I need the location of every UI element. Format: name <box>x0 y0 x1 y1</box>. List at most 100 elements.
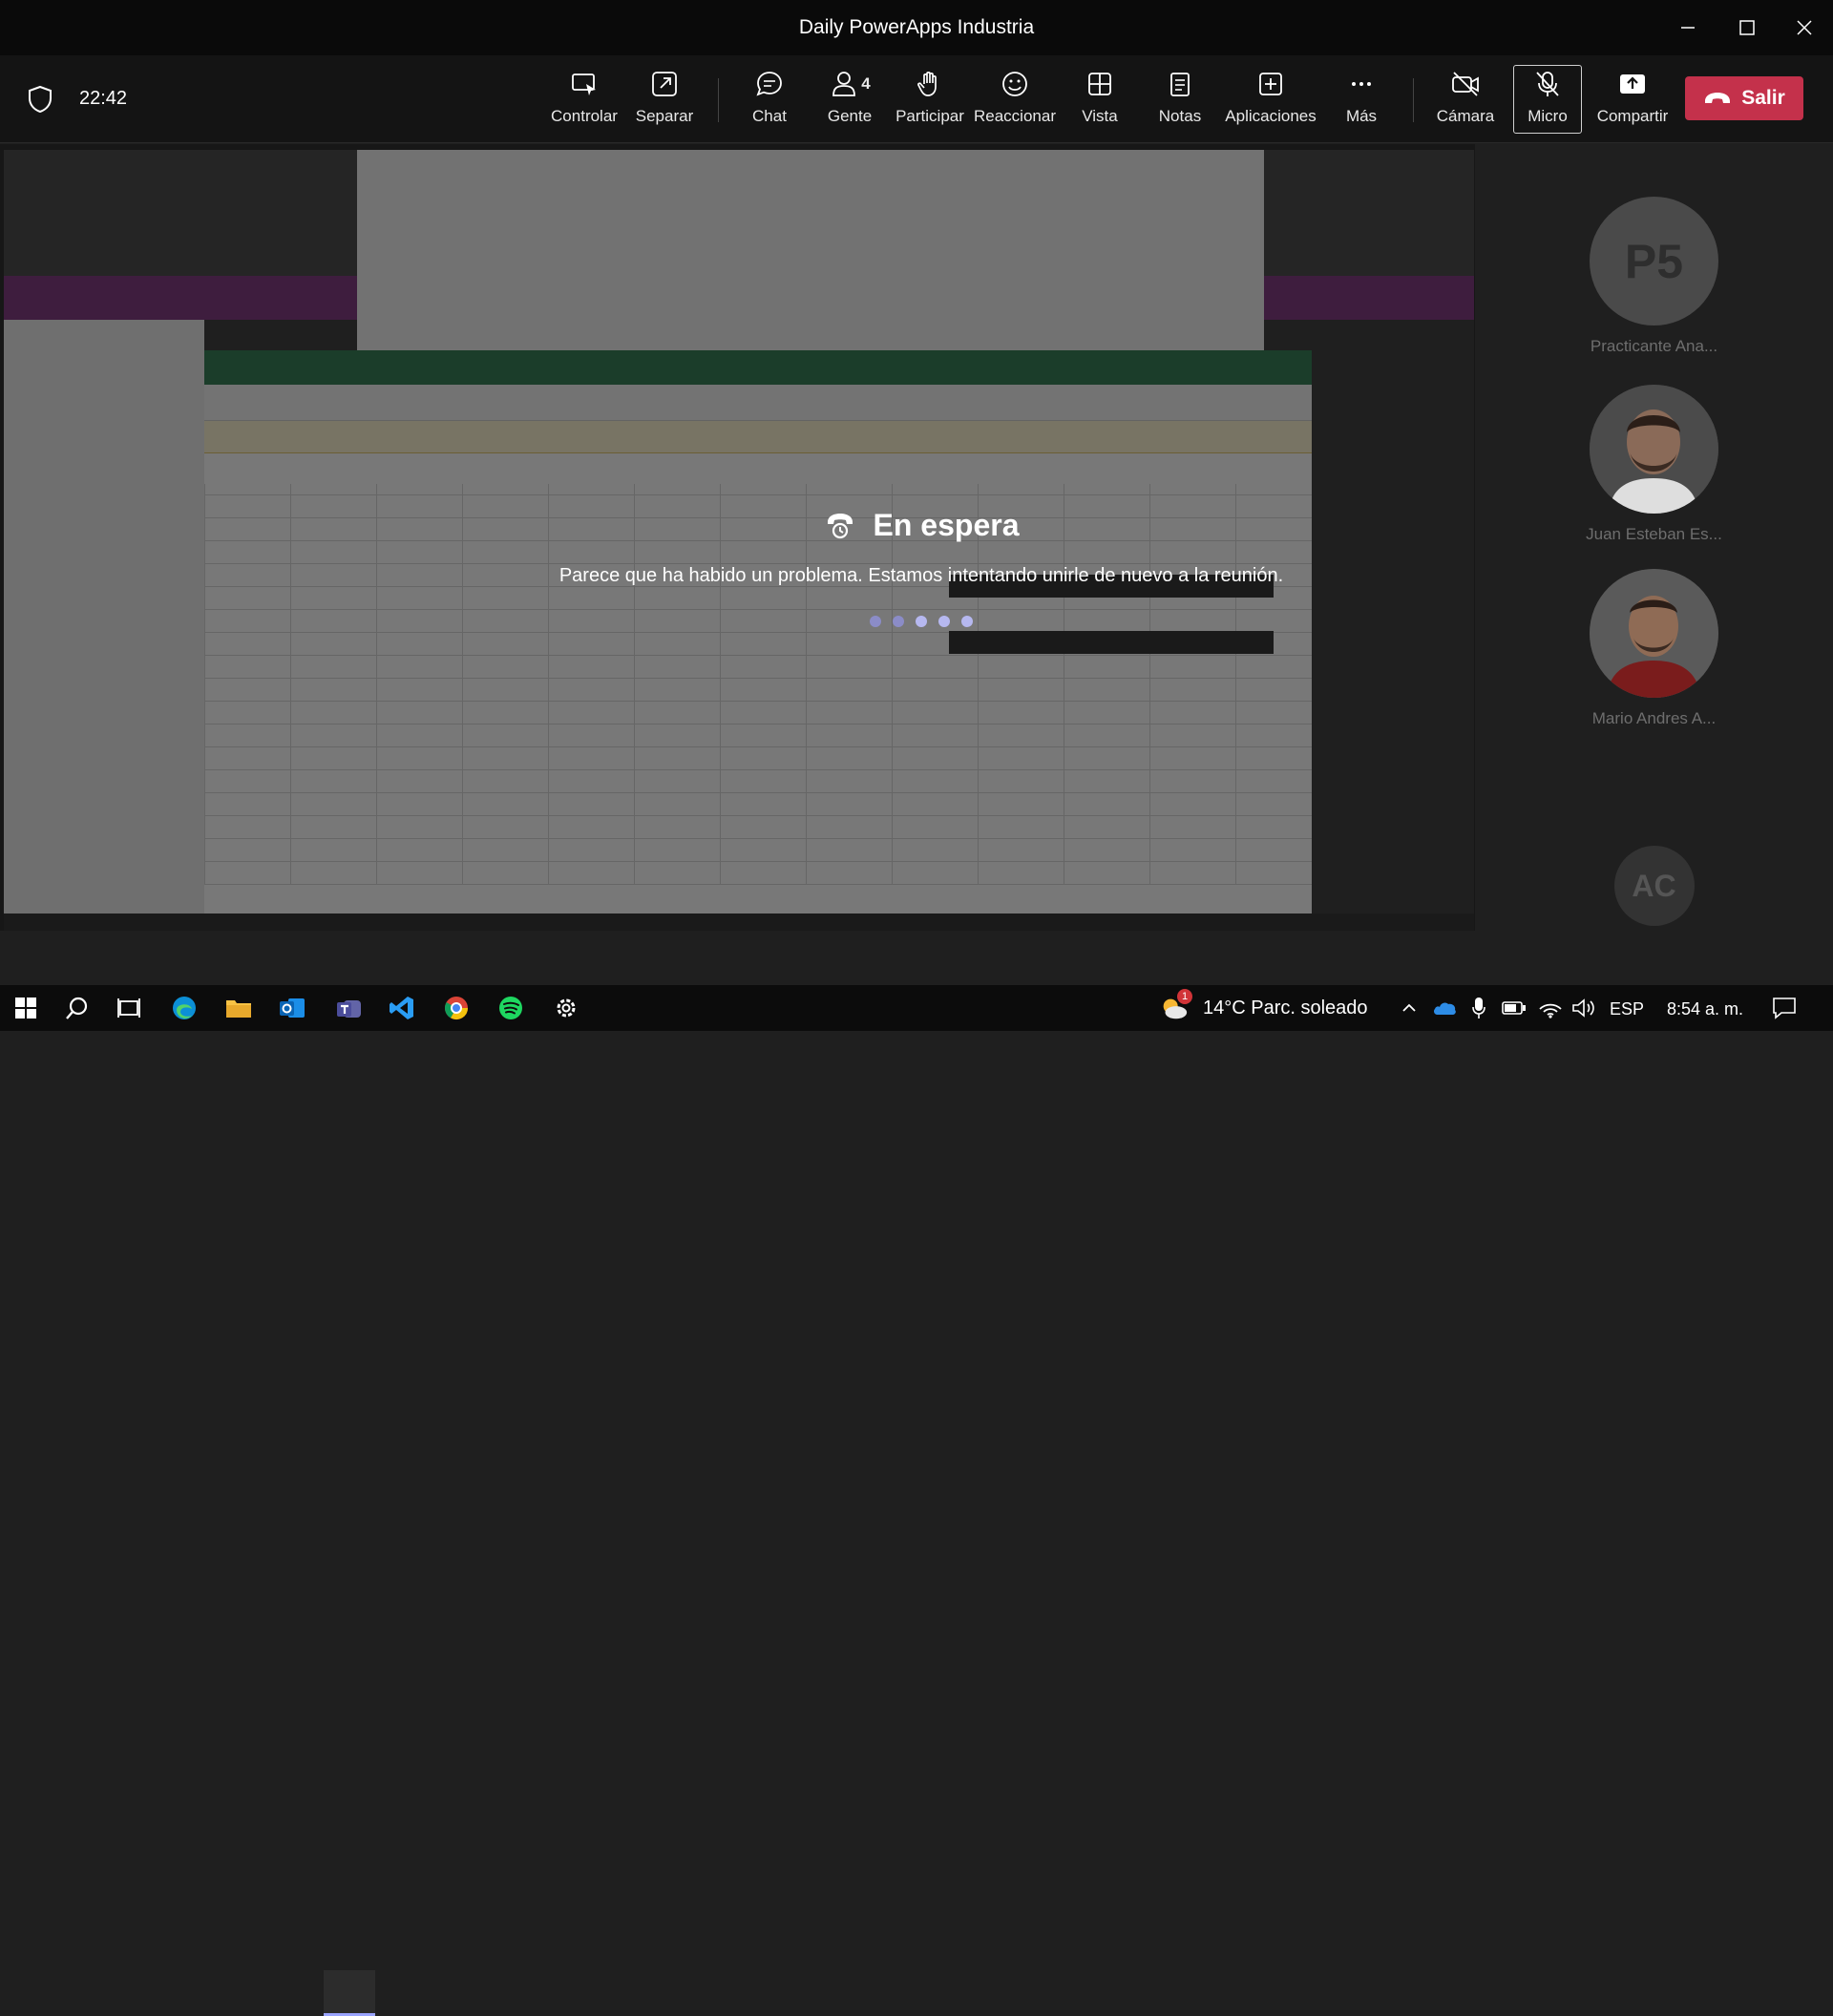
control-button[interactable]: Controlar <box>544 67 624 136</box>
raise-hand-button[interactable]: Participar <box>890 67 970 136</box>
people-icon: 4 <box>823 67 876 101</box>
react-button[interactable]: Reaccionar <box>974 67 1056 136</box>
battery-icon[interactable] <box>1499 993 1529 1023</box>
leave-button[interactable]: Salir <box>1685 76 1803 120</box>
popout-button[interactable]: Separar <box>624 67 705 136</box>
notifications-icon[interactable] <box>1769 993 1800 1023</box>
raise-hand-icon <box>913 67 947 101</box>
mic-button-focus-ring <box>1513 65 1582 134</box>
participant-tile[interactable]: AC <box>1475 846 1833 926</box>
wifi-icon[interactable] <box>1535 993 1566 1023</box>
shield-icon <box>25 84 55 115</box>
loading-dot <box>916 616 927 627</box>
spreadsheet-titlebar <box>204 350 1312 385</box>
maximize-icon[interactable] <box>1718 0 1776 55</box>
avatar-initials: AC <box>1632 868 1676 903</box>
microphone-icon[interactable] <box>1464 993 1494 1023</box>
search-icon[interactable] <box>62 993 93 1023</box>
participant-tile[interactable]: Mario Andres A... <box>1475 569 1833 728</box>
task-view-icon[interactable] <box>114 993 144 1023</box>
add-app-icon <box>1254 67 1288 101</box>
avatar-initials: P5 <box>1624 234 1684 288</box>
notes-button[interactable]: Notas <box>1140 67 1220 136</box>
apps-button[interactable]: Aplicaciones <box>1225 67 1317 136</box>
chat-label: Chat <box>752 107 787 125</box>
window-title: Daily PowerApps Industria <box>798 16 1035 38</box>
windows-start-icon[interactable] <box>11 993 41 1023</box>
avatar <box>1590 569 1718 698</box>
notes-icon <box>1163 67 1197 101</box>
more-button[interactable]: Más <box>1321 67 1401 136</box>
weather-text[interactable]: 14°C Parc. soleado <box>1203 998 1368 1019</box>
people-button[interactable]: 4 Gente <box>810 67 890 136</box>
participants-panel: P5 Practicante Ana... Juan Esteban Es... <box>1475 144 1833 931</box>
outlook-icon[interactable] <box>277 993 307 1023</box>
participant-tile[interactable]: Juan Esteban Es... <box>1475 385 1833 544</box>
camera-label: Cámara <box>1436 107 1495 125</box>
chevron-up-icon[interactable] <box>1394 993 1424 1023</box>
avatar <box>1590 385 1718 514</box>
toolbar-divider <box>718 78 719 122</box>
onedrive-icon[interactable] <box>1429 993 1460 1023</box>
loading-indicator <box>516 616 1327 627</box>
close-icon[interactable] <box>1776 0 1833 55</box>
file-explorer-icon[interactable] <box>223 993 254 1023</box>
window-titlebar: Daily PowerApps Industria <box>0 0 1833 55</box>
weather-icon[interactable]: 1 <box>1158 989 1192 1023</box>
status-title: En espera <box>873 507 1020 542</box>
toolbar-divider <box>1413 78 1414 122</box>
volume-icon[interactable] <box>1569 993 1599 1023</box>
participant-name: Mario Andres A... <box>1591 709 1717 727</box>
react-label: Reaccionar <box>974 107 1056 125</box>
system-clock[interactable]: 8:54 a. m. <box>1667 999 1743 1019</box>
notes-label: Notas <box>1158 107 1202 125</box>
minimize-icon[interactable] <box>1659 0 1717 55</box>
meeting-timer: 22:42 <box>79 88 128 109</box>
loading-dot <box>961 616 973 627</box>
participant-tile[interactable]: P5 Practicante Ana... <box>1475 197 1833 356</box>
control-label: Controlar <box>551 107 618 125</box>
smile-icon <box>998 67 1032 101</box>
avatar: P5 <box>1590 197 1718 326</box>
popout-label: Separar <box>635 107 694 125</box>
view-button[interactable]: Vista <box>1060 67 1140 136</box>
settings-gear-icon[interactable] <box>551 993 581 1023</box>
shared-file-explorer <box>357 150 1264 350</box>
loading-dot <box>893 616 904 627</box>
people-label: Gente <box>827 107 873 125</box>
weather-badge: 1 <box>1177 989 1192 1004</box>
popout-icon <box>647 67 682 101</box>
shared-screen: En espera Parece que ha habido un proble… <box>0 144 1475 931</box>
share-button[interactable]: Compartir <box>1589 67 1676 136</box>
chat-button[interactable]: Chat <box>729 67 810 136</box>
spreadsheet-ribbon <box>204 385 1312 421</box>
shared-taskbar <box>4 914 1474 931</box>
teams-icon[interactable] <box>334 993 365 1023</box>
share-icon <box>1615 67 1650 101</box>
profile-photo <box>1590 569 1718 698</box>
grid-icon <box>1083 67 1117 101</box>
chrome-icon[interactable] <box>441 993 472 1023</box>
input-language[interactable]: ESP <box>1610 999 1644 1019</box>
more-icon <box>1344 67 1379 101</box>
participant-name: Practicante Ana... <box>1590 337 1718 355</box>
windows-taskbar: 1 14°C Parc. soleado ESP 8:54 a. m. <box>0 985 1833 2016</box>
phone-hold-icon <box>827 514 853 539</box>
spotify-icon[interactable] <box>495 993 526 1023</box>
people-count: 4 <box>861 74 871 93</box>
profile-photo <box>1590 385 1718 514</box>
avatar: AC <box>1613 846 1695 926</box>
loading-dot <box>938 616 950 627</box>
shared-tree-pane <box>4 320 204 931</box>
status-message: Parece que ha habido un problema. Estamo… <box>558 565 1284 586</box>
vscode-icon[interactable] <box>387 993 417 1023</box>
loading-dot <box>870 616 881 627</box>
spreadsheet-warning-bar <box>204 421 1312 453</box>
share-label: Compartir <box>1596 107 1669 125</box>
view-label: Vista <box>1082 107 1118 125</box>
camera-off-icon <box>1448 67 1483 101</box>
more-label: Más <box>1345 107 1378 125</box>
reconnect-status: En espera Parece que ha habido un proble… <box>516 496 1327 668</box>
edge-browser-icon[interactable] <box>169 993 200 1023</box>
camera-button[interactable]: Cámara <box>1425 67 1506 136</box>
